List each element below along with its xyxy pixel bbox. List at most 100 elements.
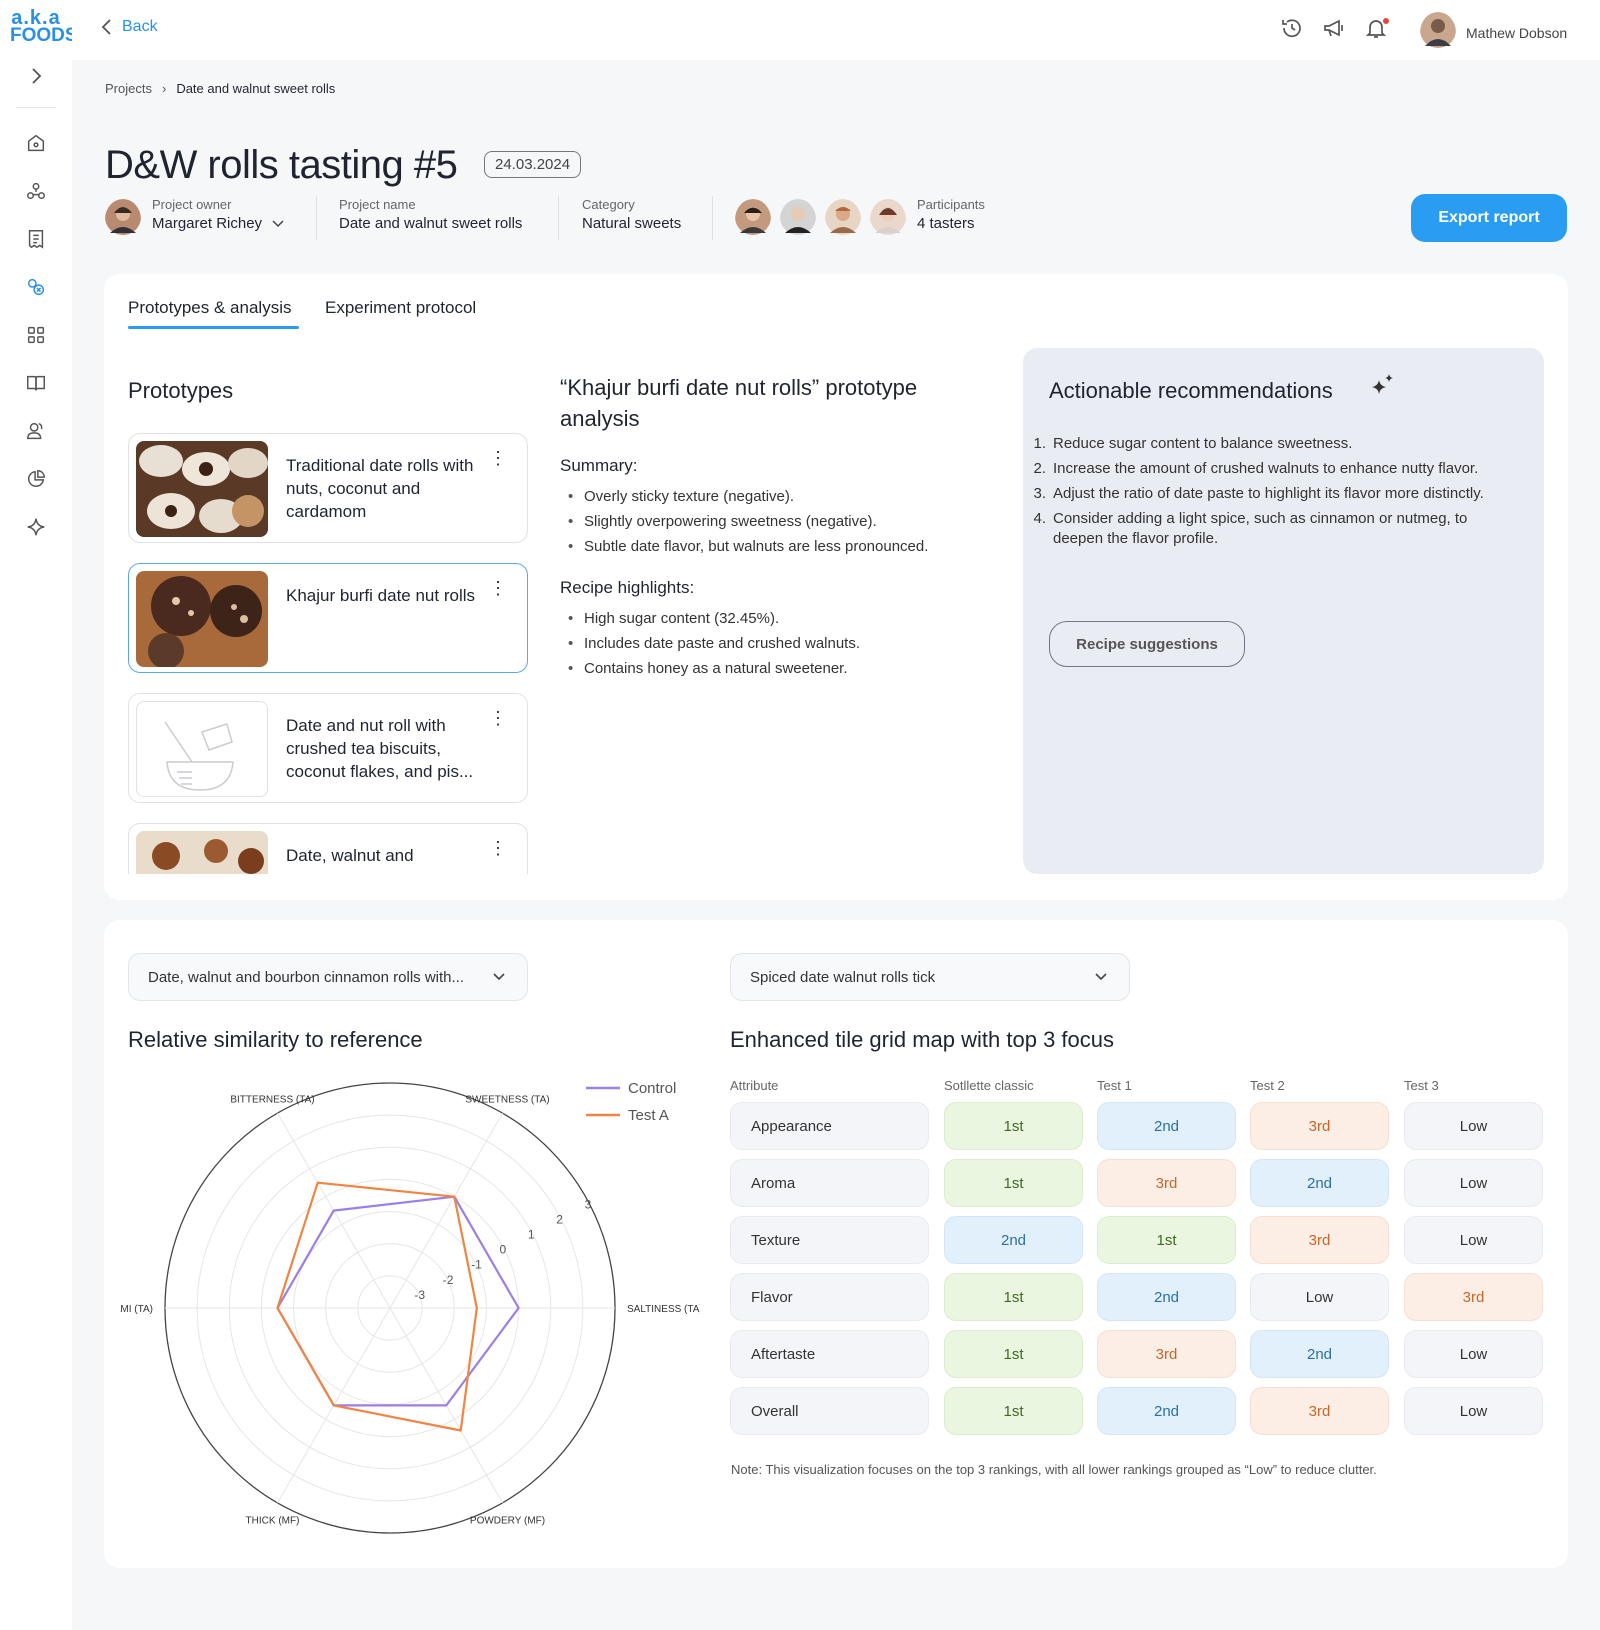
grid-column-header: Test 2 [1250,1078,1285,1093]
recipe-suggestions-button[interactable]: Recipe suggestions [1049,621,1245,667]
highlights-label: Recipe highlights: [560,578,695,597]
prototype-card[interactable]: Date, walnut and ⋮ [128,823,528,874]
more-options-icon[interactable]: ⋮ [489,579,507,597]
grid-icon[interactable] [22,321,50,349]
grid-rank-cell[interactable]: 2nd [944,1216,1083,1264]
participant-avatar [780,199,816,240]
back-button[interactable]: Back [100,18,158,36]
grid-rank-cell[interactable]: Low [1404,1159,1543,1207]
radar-axis-label: SWEETNESS (TA) [465,1094,549,1105]
brand-logo[interactable]: a.k.a FOODS [10,8,78,46]
grid-attribute-cell: Flavor [730,1273,929,1321]
placeholder-mixing-bowl-icon [136,701,268,797]
more-options-icon[interactable]: ⋮ [489,449,507,467]
recommendation-item: 2. Increase the amount of crushed walnuts… [1033,460,1479,477]
prototype-card-selected[interactable]: Khajur burfi date nut rolls ⋮ [128,563,528,673]
grid-rank-cell[interactable]: 3rd [1250,1216,1389,1264]
export-report-button[interactable]: Export report [1411,194,1567,242]
grid-rank-cell[interactable]: 3rd [1404,1273,1543,1321]
prototype-list[interactable]: Traditional date rolls with nuts, coconu… [0,430,560,874]
grid-column-header: Test 3 [1404,1078,1439,1093]
prototype-image [136,441,268,537]
more-options-icon[interactable]: ⋮ [489,709,507,727]
radar-heading: Relative similarity to reference [128,1027,423,1052]
grid-rank-cell[interactable]: 2nd [1250,1330,1389,1378]
prototype-select-left[interactable]: Date, walnut and bourbon cinnamon rolls … [128,953,528,1001]
category-value: Natural sweets [582,215,682,232]
prototype-select-right[interactable]: Spiced date walnut rolls tick [730,953,1130,1001]
radar-series-control [276,1195,520,1407]
sidebar-divider [16,107,56,108]
receipt-icon[interactable] [22,225,50,253]
radar-axis-label: BITTERNESS (TA) [230,1094,314,1105]
project-owner-label: Project owner [152,197,232,212]
grid-rank-cell[interactable]: 1st [1097,1216,1236,1264]
breadcrumb: Projects › Date and walnut sweet rolls [105,81,335,96]
book-icon[interactable] [22,369,50,397]
prototype-title: Traditional date rolls with nuts, coconu… [286,456,474,521]
participants: Participants 4 tasters [917,197,985,232]
user-menu[interactable]: Mathew Dobson [1420,12,1567,53]
summary-label: Summary: [560,456,638,475]
project-owner-value: Margaret Richey [152,215,284,232]
legend-label: Test A [628,1107,669,1124]
grid-rank-cell[interactable]: 1st [944,1159,1083,1207]
grid-rank-cell[interactable]: Low [1404,1330,1543,1378]
grid-rank-cell[interactable]: 1st [944,1330,1083,1378]
radar-tick-label: -2 [443,1273,454,1287]
radar-axis-label: THICK (MF) [246,1516,300,1527]
brand-logo-line2: FOODS [10,25,78,46]
expand-sidebar-icon[interactable] [24,66,48,90]
grid-rank-cell[interactable]: Low [1404,1387,1543,1435]
participant-avatars[interactable] [735,199,906,240]
grid-column-header: Attribute [730,1078,779,1093]
radar-tick-label: 0 [500,1243,507,1257]
grid-rank-cell[interactable]: 3rd [1250,1102,1389,1150]
breadcrumb-root[interactable]: Projects [105,81,152,96]
prototype-card[interactable]: Date and nut roll with crushed tea biscu… [128,693,528,803]
grid-heading: Enhanced tile grid map with top 3 focus [730,1027,1115,1052]
grid-rank-cell[interactable]: 2nd [1097,1387,1236,1435]
grid-rank-cell[interactable]: 3rd [1097,1330,1236,1378]
radar-axis-label: SALTINESS (TA) [627,1304,700,1315]
grid-rank-cell[interactable]: 2nd [1097,1102,1236,1150]
highlight-item: High sugar content (32.45%). [560,606,860,631]
grid-rank-cell[interactable]: 3rd [1250,1387,1389,1435]
recommendation-item: 1. Reduce sugar content to balance sweetn… [1033,435,1353,452]
grid-rank-cell[interactable]: 2nd [1097,1273,1236,1321]
grid-rank-cell[interactable]: Low [1404,1216,1543,1264]
grid-rank-cell[interactable]: 1st [944,1273,1083,1321]
recommendations-heading: Actionable recommendations [1049,378,1333,403]
back-label: Back [122,18,158,35]
molecules-icon[interactable] [22,177,50,205]
tab-experiment-protocol[interactable]: Experiment protocol [325,298,476,318]
owner-avatar [105,199,141,240]
prototype-card[interactable]: Traditional date rolls with nuts, coconu… [128,433,528,543]
history-icon[interactable] [1280,16,1308,44]
grid-column-header: Sotllette classic [944,1078,1034,1093]
prototype-select-left-value: Date, walnut and bourbon cinnamon rolls … [148,968,465,986]
grid-rank-cell[interactable]: 1st [944,1387,1083,1435]
grid-attribute-cell: Texture [730,1216,929,1264]
home-icon[interactable] [22,129,50,157]
highlight-item: Includes date paste and crushed walnuts. [560,631,860,656]
grid-rank-cell[interactable]: 2nd [1250,1159,1389,1207]
chevron-down-icon [272,220,284,228]
chevron-down-icon [1095,973,1107,981]
grid-rank-cell[interactable]: 3rd [1097,1159,1236,1207]
summary-item: Subtle date flavor, but walnuts are less… [560,534,928,559]
more-options-icon[interactable]: ⋮ [489,839,507,857]
prototype-select-right-value: Spiced date walnut rolls tick [750,968,936,986]
project-owner[interactable]: Project owner Margaret Richey [152,197,284,232]
grid-rank-cell[interactable]: Low [1404,1102,1543,1150]
participants-value: 4 tasters [917,215,975,232]
radar-tick-label: 2 [556,1212,563,1226]
megaphone-icon[interactable] [1322,16,1350,44]
grid-rank-cell[interactable]: Low [1250,1273,1389,1321]
grid-rank-cell[interactable]: 1st [944,1102,1083,1150]
tab-prototypes-analysis[interactable]: Prototypes & analysis [128,298,291,318]
participant-avatar [870,199,906,240]
experiments-icon[interactable] [22,273,50,301]
highlight-item: Contains honey as a natural sweetener. [560,656,860,681]
bell-icon[interactable] [1364,16,1392,44]
